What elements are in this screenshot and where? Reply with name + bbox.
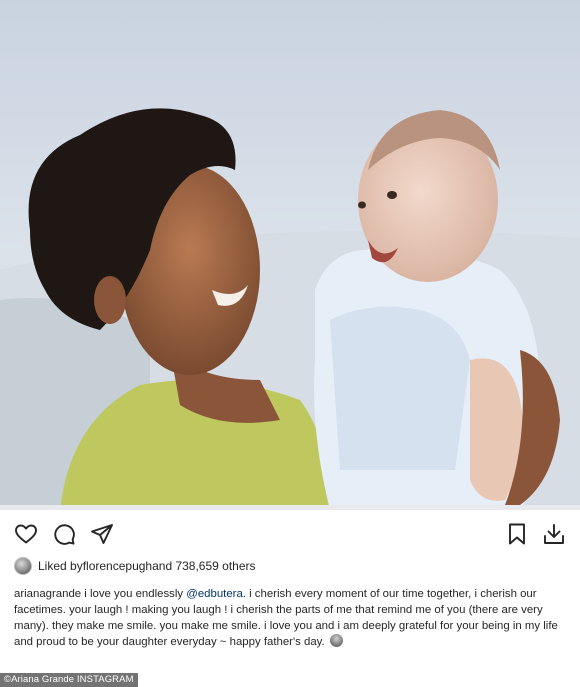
heart-icon[interactable] <box>14 522 38 546</box>
post-caption: arianagrande i love you endlessly @edbut… <box>14 586 570 650</box>
caption-username-link[interactable]: arianagrande <box>14 588 81 600</box>
caption-text-start: i love you endlessly <box>81 588 187 600</box>
download-icon[interactable] <box>542 522 566 546</box>
bookmark-icon[interactable] <box>505 522 529 546</box>
likes-row: Liked by florencepugh and 738,659 others <box>14 556 256 576</box>
liked-by-user-link[interactable]: florencepugh <box>83 559 152 573</box>
emoji-icon <box>329 634 343 647</box>
action-bar <box>0 512 580 556</box>
post-photo-art <box>0 0 580 510</box>
likes-prefix: Liked by <box>38 559 83 573</box>
caption-mention-link[interactable]: @edbutera <box>186 588 243 600</box>
photo-credit: ©Ariana Grande INSTAGRAM <box>0 673 138 687</box>
comment-icon[interactable] <box>52 522 76 546</box>
post-photo[interactable] <box>0 0 580 510</box>
send-icon[interactable] <box>90 522 114 546</box>
likes-count: and 738,659 others <box>152 559 256 573</box>
avatar[interactable] <box>14 557 32 575</box>
